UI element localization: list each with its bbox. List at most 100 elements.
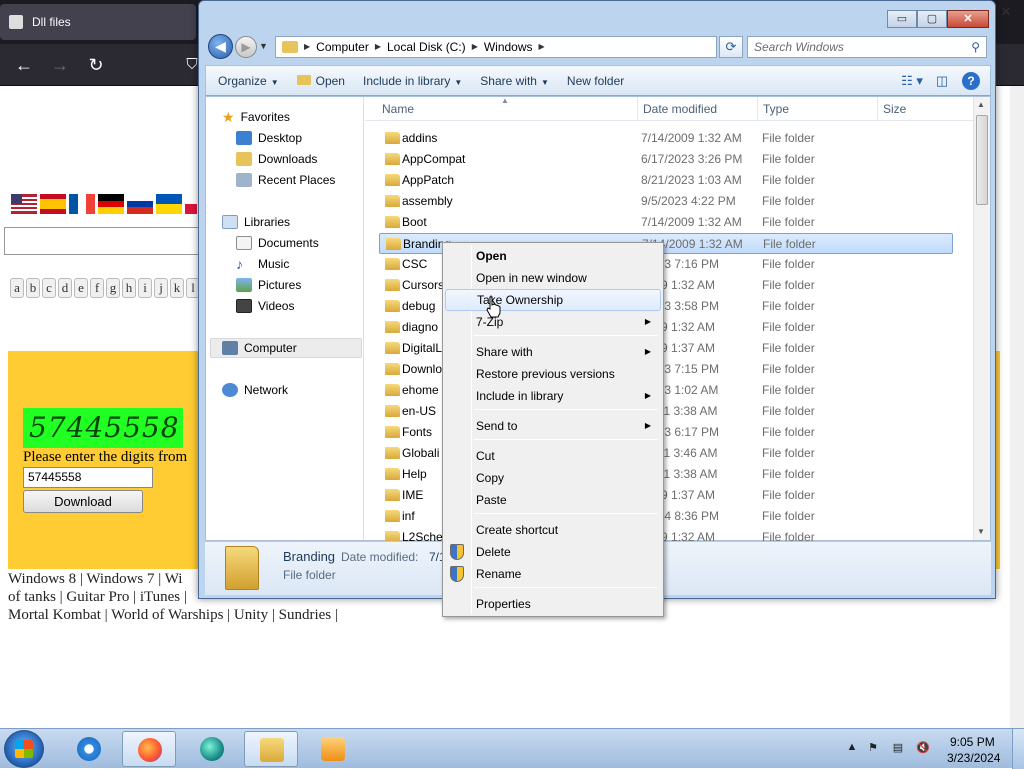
captcha-input[interactable]: 57445558 — [23, 467, 153, 488]
menu-open[interactable]: Open — [445, 245, 661, 267]
alphabet-letter[interactable]: i — [138, 278, 152, 298]
menu-restore-versions[interactable]: Restore previous versions — [445, 363, 661, 385]
forward-button[interactable]: ▶ — [235, 36, 257, 58]
start-button[interactable] — [4, 730, 44, 768]
scroll-thumb[interactable] — [976, 115, 988, 205]
clock-date[interactable]: 3/23/2024 — [947, 751, 1000, 765]
browser-forward-icon[interactable]: → — [48, 54, 72, 76]
flag-france-icon[interactable] — [69, 194, 95, 214]
nav-recent-places[interactable]: Recent Places — [236, 171, 335, 189]
close-button[interactable]: ✕ — [947, 10, 989, 28]
flag-russia-icon[interactable] — [127, 194, 153, 214]
taskbar-app-teal[interactable] — [185, 731, 239, 767]
preview-pane-icon[interactable]: ◫ — [930, 70, 954, 92]
address-bar[interactable]: ▶ Computer ▶ Local Disk (C:) ▶ Windows ▶… — [275, 36, 779, 58]
column-size[interactable]: Size — [883, 102, 906, 116]
breadcrumb-local-disk[interactable]: Local Disk (C:) — [387, 37, 466, 57]
nav-videos[interactable]: Videos — [236, 297, 294, 315]
menu-7zip[interactable]: 7-Zip ▶ — [445, 311, 661, 333]
alphabet-letter[interactable]: d — [58, 278, 72, 298]
taskbar-firefox[interactable] — [122, 731, 176, 767]
taskbar-media-player[interactable] — [306, 731, 360, 767]
menu-copy[interactable]: Copy — [445, 467, 661, 489]
breadcrumb-windows[interactable]: Windows — [484, 37, 533, 57]
menu-take-ownership[interactable]: Take Ownership — [445, 289, 661, 311]
game-links[interactable]: Mortal Kombat | World of Warships | Unit… — [8, 607, 338, 624]
menu-send-to[interactable]: Send to ▶ — [445, 415, 661, 437]
menu-cut[interactable]: Cut — [445, 445, 661, 467]
scroll-down-icon[interactable]: ▼ — [977, 527, 985, 536]
nav-libraries[interactable]: Libraries — [222, 213, 290, 231]
taskbar-ie[interactable] — [62, 731, 116, 767]
nav-documents[interactable]: Documents — [236, 234, 319, 252]
column-name[interactable]: Name — [382, 102, 414, 116]
flag-usa-icon[interactable] — [11, 194, 37, 214]
maximize-button[interactable]: ▢ — [917, 10, 947, 28]
menu-share-with[interactable]: Share with ▶ — [445, 341, 661, 363]
menu-open-new-window[interactable]: Open in new window — [445, 267, 661, 289]
breadcrumb-computer[interactable]: Computer — [316, 37, 369, 57]
menu-delete[interactable]: Delete — [445, 541, 661, 563]
flag-ukraine-icon[interactable] — [156, 194, 182, 214]
search-icon[interactable]: ⚲ — [971, 37, 980, 57]
menu-create-shortcut[interactable]: Create shortcut — [445, 519, 661, 541]
flag-partial-icon[interactable] — [185, 194, 197, 214]
network-tray-icon[interactable]: ▤ — [891, 741, 905, 755]
scroll-up-icon[interactable]: ▲ — [977, 100, 985, 109]
search-input[interactable]: Search Windows ⚲ — [747, 36, 987, 58]
file-row[interactable]: addins 7/14/2009 1:32 AM File folder — [379, 128, 953, 149]
file-row[interactable]: assembly 9/5/2023 4:22 PM File folder — [379, 191, 953, 212]
volume-muted-icon[interactable]: 🔇 — [916, 741, 930, 755]
show-hidden-icons-icon[interactable]: ▲ — [845, 741, 859, 755]
menu-include-library[interactable]: Include in library ▶ — [445, 385, 661, 407]
alphabet-letter[interactable]: c — [42, 278, 56, 298]
nav-downloads[interactable]: Downloads — [236, 150, 317, 168]
nav-computer[interactable]: Computer — [222, 339, 297, 357]
refresh-button[interactable]: ⟳ — [719, 36, 743, 58]
os-links[interactable]: Windows 8 | Windows 7 | Wi — [8, 571, 182, 588]
include-in-library-button[interactable]: Include in library ▼ — [363, 74, 462, 88]
browser-reload-icon[interactable]: ↻ — [84, 54, 108, 76]
browser-close-icon[interactable]: ✕ — [998, 4, 1014, 20]
flag-germany-icon[interactable] — [98, 194, 124, 214]
nav-music[interactable]: ♪ Music — [236, 255, 289, 273]
taskbar-explorer[interactable] — [244, 731, 298, 767]
organize-button[interactable]: Organize ▼ — [218, 74, 279, 88]
share-with-button[interactable]: Share with ▼ — [480, 74, 549, 88]
file-row[interactable]: AppCompat 6/17/2023 3:26 PM File folder — [379, 149, 953, 170]
file-row[interactable]: AppPatch 8/21/2023 1:03 AM File folder — [379, 170, 953, 191]
file-list-scrollbar[interactable]: ▲ ▼ — [973, 97, 990, 540]
file-row[interactable]: Boot 7/14/2009 1:32 AM File folder — [379, 212, 953, 233]
download-button[interactable]: Download — [23, 490, 143, 513]
nav-favorites[interactable]: ★ Favorites — [222, 108, 290, 126]
browser-scrollbar[interactable] — [1010, 86, 1024, 728]
help-icon[interactable]: ? — [962, 72, 980, 90]
alphabet-letter[interactable]: j — [154, 278, 168, 298]
new-folder-button[interactable]: New folder — [567, 74, 624, 88]
alphabet-letter[interactable]: f — [90, 278, 104, 298]
action-center-flag-icon[interactable]: ⚑ — [866, 741, 880, 755]
alphabet-letter[interactable]: e — [74, 278, 88, 298]
alphabet-letter[interactable]: g — [106, 278, 120, 298]
menu-paste[interactable]: Paste — [445, 489, 661, 511]
back-button[interactable]: ◀ — [208, 34, 233, 59]
nav-desktop[interactable]: Desktop — [236, 129, 302, 147]
alphabet-letter[interactable]: k — [170, 278, 184, 298]
flag-spain-icon[interactable] — [40, 194, 66, 214]
minimize-button[interactable]: ▭ — [887, 10, 917, 28]
app-links[interactable]: of tanks | Guitar Pro | iTunes | — [8, 589, 187, 606]
open-button[interactable]: Open — [296, 74, 345, 88]
site-search-input[interactable] — [4, 227, 204, 255]
nav-network[interactable]: Network — [222, 381, 288, 399]
browser-back-icon[interactable]: ← — [12, 54, 36, 76]
menu-properties[interactable]: Properties — [445, 593, 661, 615]
alphabet-letter[interactable]: b — [26, 278, 40, 298]
alphabet-letter[interactable]: a — [10, 278, 24, 298]
view-options-icon[interactable]: ☷ ▾ — [900, 70, 924, 92]
menu-rename[interactable]: Rename — [445, 563, 661, 585]
column-type[interactable]: Type — [763, 102, 789, 116]
nav-pictures[interactable]: Pictures — [236, 276, 301, 294]
show-desktop-button[interactable] — [1012, 729, 1024, 769]
browser-tab[interactable]: Dll files — [0, 4, 196, 40]
column-date-modified[interactable]: Date modified — [643, 102, 717, 116]
